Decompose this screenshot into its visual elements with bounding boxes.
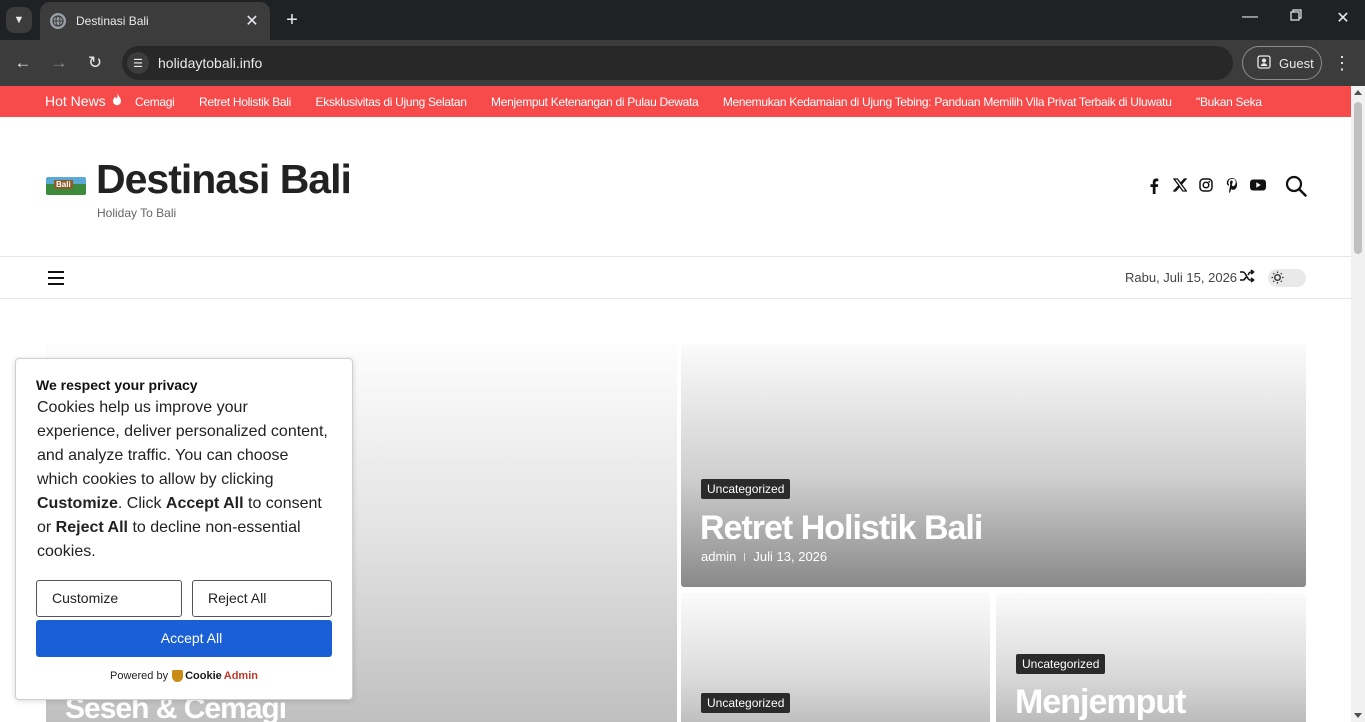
site-logo[interactable]: Bali	[46, 177, 86, 195]
powered-by: Powered by Cookie Admin	[109, 670, 258, 682]
scrollbar-thumb[interactable]	[1354, 102, 1362, 254]
restore-window-icon[interactable]	[1284, 8, 1308, 26]
ticker-fade	[1290, 86, 1315, 117]
browser-tab-bar: ▼ Destinasi Bali ✕ + — ✕	[0, 0, 1365, 40]
cookie-body: Cookies help us improve your experience,…	[37, 399, 328, 560]
post-meta: admin Juli 13, 2026	[701, 549, 827, 564]
current-date: Rabu, Juli 15, 2026	[1125, 270, 1238, 285]
ticker-item[interactable]: Menemukan Kedamaian di Ujung Tebing: Pan…	[723, 95, 1172, 109]
nav-row: Rabu, Juli 15, 2026	[0, 258, 1351, 299]
tab-title: Destinasi Bali	[76, 14, 149, 28]
page-viewport: Hot News Cemagi Retret Holistik Bali Eks…	[0, 86, 1351, 722]
shield-icon	[172, 670, 184, 682]
profile-icon	[1257, 54, 1271, 72]
post-title[interactable]: Retret Holistik Bali	[700, 509, 983, 548]
featured-post-bottom-left[interactable]: Uncategorized	[681, 593, 990, 722]
browser-tab[interactable]: Destinasi Bali ✕	[40, 2, 270, 40]
site-header: Bali Destinasi Bali Holiday To Bali	[0, 117, 1351, 257]
fire-icon	[112, 86, 122, 117]
cookieadmin-logo[interactable]: Cookie Admin	[172, 670, 258, 682]
post-date: Juli 13, 2026	[753, 549, 828, 564]
cookie-consent-dialog: We respect your privacy Cookies help us …	[15, 358, 353, 700]
url-text[interactable]: holidaytobali.info	[158, 55, 262, 71]
ticker-item[interactable]: Retret Holistik Bali	[199, 95, 291, 109]
post-author[interactable]: admin	[701, 549, 736, 564]
reject-all-button[interactable]: Reject All	[192, 580, 332, 617]
profile-label: Guest	[1279, 55, 1314, 71]
social-links	[1146, 178, 1266, 194]
chevron-down-icon: ▼	[13, 14, 25, 26]
ticker-item[interactable]: Eksklusivitas di Ujung Selatan	[316, 95, 467, 109]
back-arrow-icon[interactable]: ←	[11, 51, 35, 75]
category-badge[interactable]: Uncategorized	[701, 479, 791, 499]
address-bar[interactable]: ☰ holidaytobali.info	[122, 46, 1233, 80]
youtube-icon[interactable]	[1250, 178, 1266, 194]
hot-news-label: Hot News	[45, 86, 122, 117]
accept-all-button[interactable]: Accept All	[36, 620, 332, 657]
x-twitter-icon[interactable]	[1172, 178, 1188, 194]
browser-toolbar: ← → ↻ ☰ holidaytobali.info Guest ⋮	[0, 40, 1365, 86]
featured-post-bottom-right[interactable]: Uncategorized Menjemput	[996, 593, 1306, 722]
ticker-item[interactable]: Menjemput Ketenangan di Pulau Dewata	[491, 95, 699, 109]
scroll-up-icon[interactable]	[1354, 90, 1362, 95]
instagram-icon[interactable]	[1198, 178, 1214, 194]
pinterest-icon[interactable]	[1224, 178, 1240, 194]
sun-icon	[1270, 271, 1284, 285]
page-scrollbar[interactable]	[1351, 86, 1365, 722]
close-window-icon[interactable]: ✕	[1331, 8, 1355, 28]
site-settings-icon[interactable]: ☰	[127, 52, 149, 74]
tab-search-button[interactable]: ▼	[6, 7, 32, 33]
profile-button[interactable]: Guest	[1242, 46, 1322, 80]
browser-menu-icon[interactable]: ⋮	[1332, 51, 1352, 75]
category-badge[interactable]: Uncategorized	[1016, 654, 1106, 674]
hot-news-ticker: Hot News Cemagi Retret Holistik Bali Eks…	[0, 86, 1351, 117]
globe-icon	[50, 13, 66, 29]
minimize-window-icon[interactable]: —	[1238, 8, 1262, 26]
customize-button[interactable]: Customize	[36, 580, 182, 617]
cookie-button-row: Customize Reject All	[36, 580, 332, 617]
reload-icon[interactable]: ↻	[83, 51, 107, 75]
search-icon[interactable]	[1285, 175, 1309, 199]
ticker-item[interactable]: "Bukan Seka	[1196, 95, 1262, 109]
forward-arrow-icon[interactable]: →	[47, 51, 71, 75]
category-badge[interactable]: Uncategorized	[701, 693, 791, 713]
new-tab-button[interactable]: +	[282, 8, 302, 32]
shuffle-icon[interactable]	[1238, 269, 1256, 287]
featured-post-top-right[interactable]: Uncategorized Retret Holistik Bali admin…	[681, 344, 1306, 587]
site-title[interactable]: Destinasi Bali	[96, 156, 352, 203]
close-tab-icon[interactable]: ✕	[244, 11, 260, 31]
dark-mode-toggle[interactable]	[1268, 269, 1306, 287]
site-tagline: Holiday To Bali	[97, 206, 177, 220]
post-title[interactable]: Menjemput	[1015, 683, 1186, 722]
facebook-icon[interactable]	[1146, 178, 1162, 194]
ticker-items: Cemagi Retret Holistik Bali Eksklusivita…	[135, 86, 1310, 117]
hamburger-menu-icon[interactable]	[48, 271, 64, 285]
scroll-down-icon[interactable]	[1354, 713, 1362, 718]
ticker-item[interactable]: Cemagi	[135, 95, 175, 109]
cookie-title: We respect your privacy	[36, 377, 198, 393]
